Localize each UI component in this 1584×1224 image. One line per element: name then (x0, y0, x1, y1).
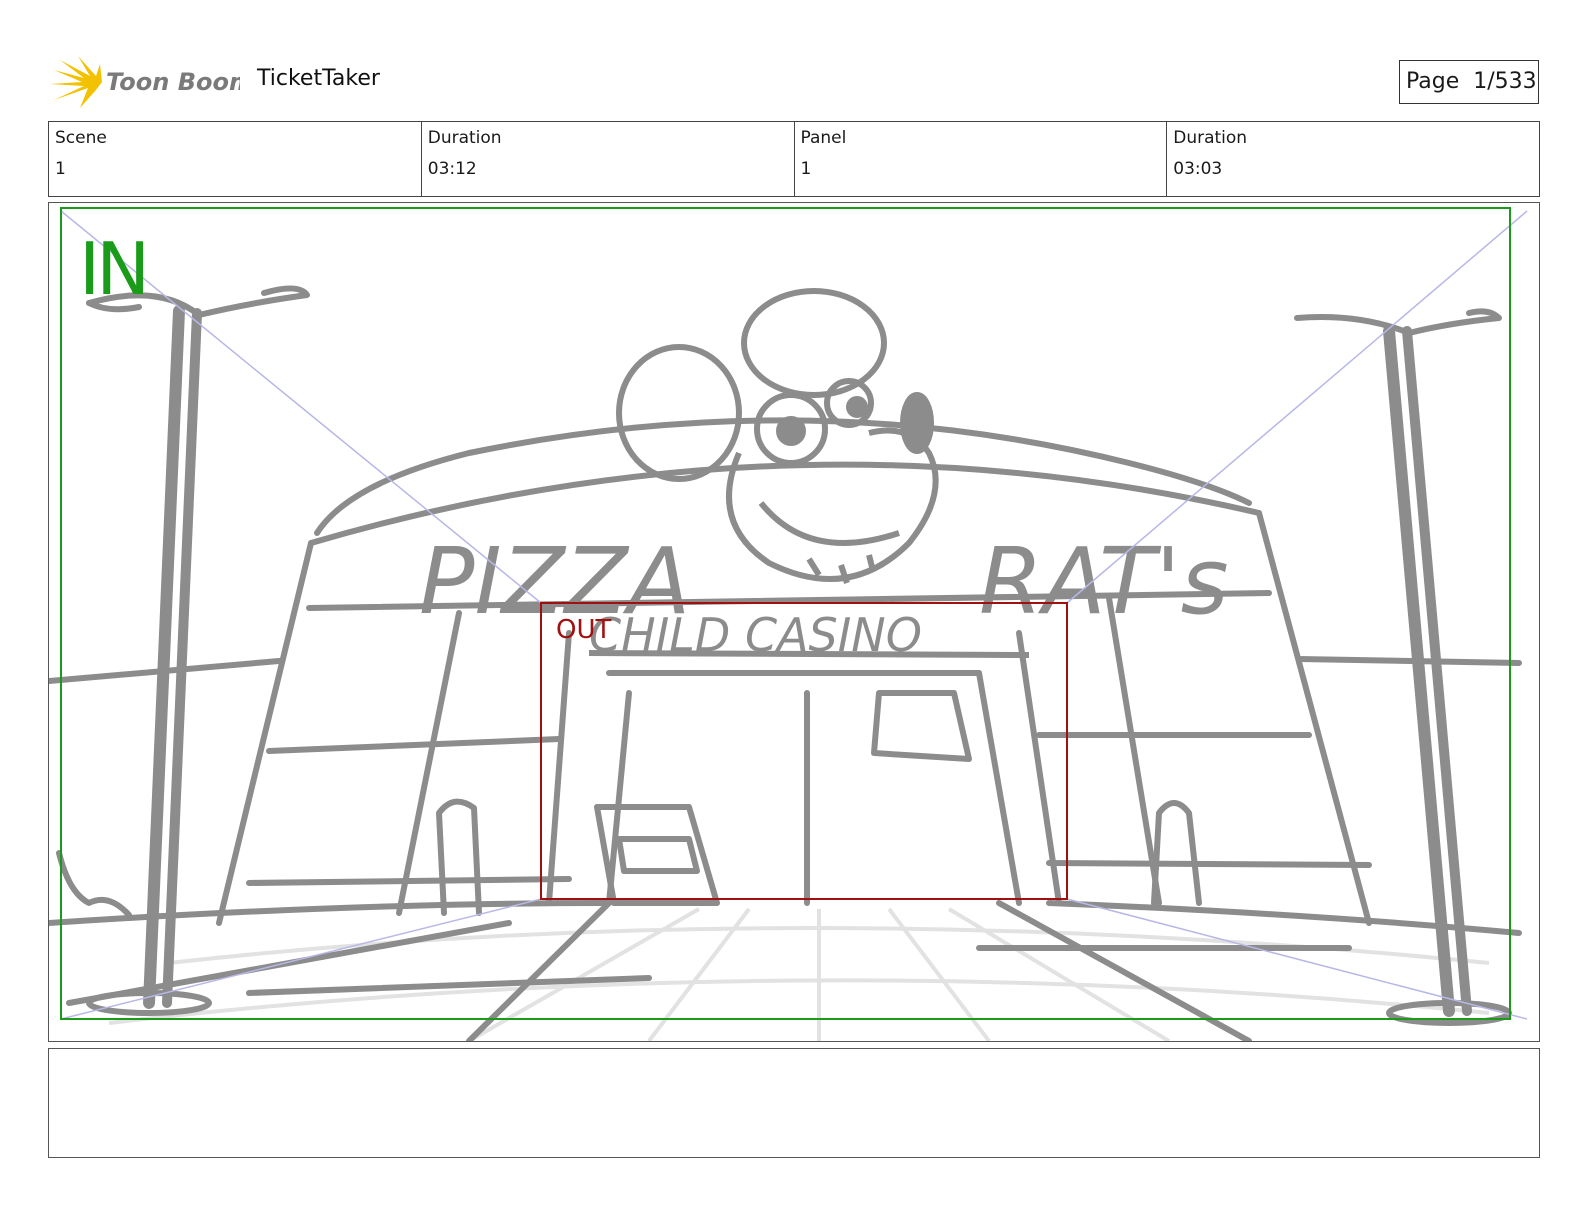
toon-boom-logo: Toon Boom (50, 56, 240, 108)
page-number: 1/533 (1473, 69, 1537, 94)
scene-duration-cell: Duration 03:12 (422, 122, 795, 196)
floor-grid (108, 907, 1490, 1041)
panel-info-table: Scene 1 Duration 03:12 Panel 1 Duration … (48, 121, 1540, 197)
panel-cell: Panel 1 (795, 122, 1168, 196)
project-name: TicketTaker (257, 66, 380, 91)
panel-value: 1 (800, 159, 812, 179)
logo-text: Toon Boom (106, 68, 240, 96)
panel-duration-cell: Duration 03:03 (1167, 122, 1539, 196)
storyboard-panel: PIZZA RAT's CHILD CASINO IN OUT (48, 202, 1540, 1042)
scene-label: Scene (55, 128, 107, 148)
sunburst-icon (50, 56, 102, 108)
panel-duration-value: 03:03 (1173, 159, 1223, 179)
scene-duration-value: 03:12 (427, 159, 477, 179)
in-frame-label: IN (79, 227, 150, 311)
sign-text-rats: RAT's (979, 528, 1229, 635)
panel-duration-label: Duration (1173, 128, 1248, 148)
panel-label: Panel (800, 128, 847, 148)
panel-notes[interactable] (48, 1048, 1540, 1158)
scene-duration-label: Duration (427, 128, 502, 148)
panel-sketch: PIZZA RAT's CHILD CASINO (49, 207, 1528, 1041)
scene-value: 1 (55, 159, 66, 179)
scene-cell: Scene 1 (49, 122, 422, 196)
page-indicator: Page 1/533 (1399, 60, 1539, 104)
page-label: Page (1406, 69, 1460, 94)
out-frame-label: OUT (556, 615, 612, 645)
